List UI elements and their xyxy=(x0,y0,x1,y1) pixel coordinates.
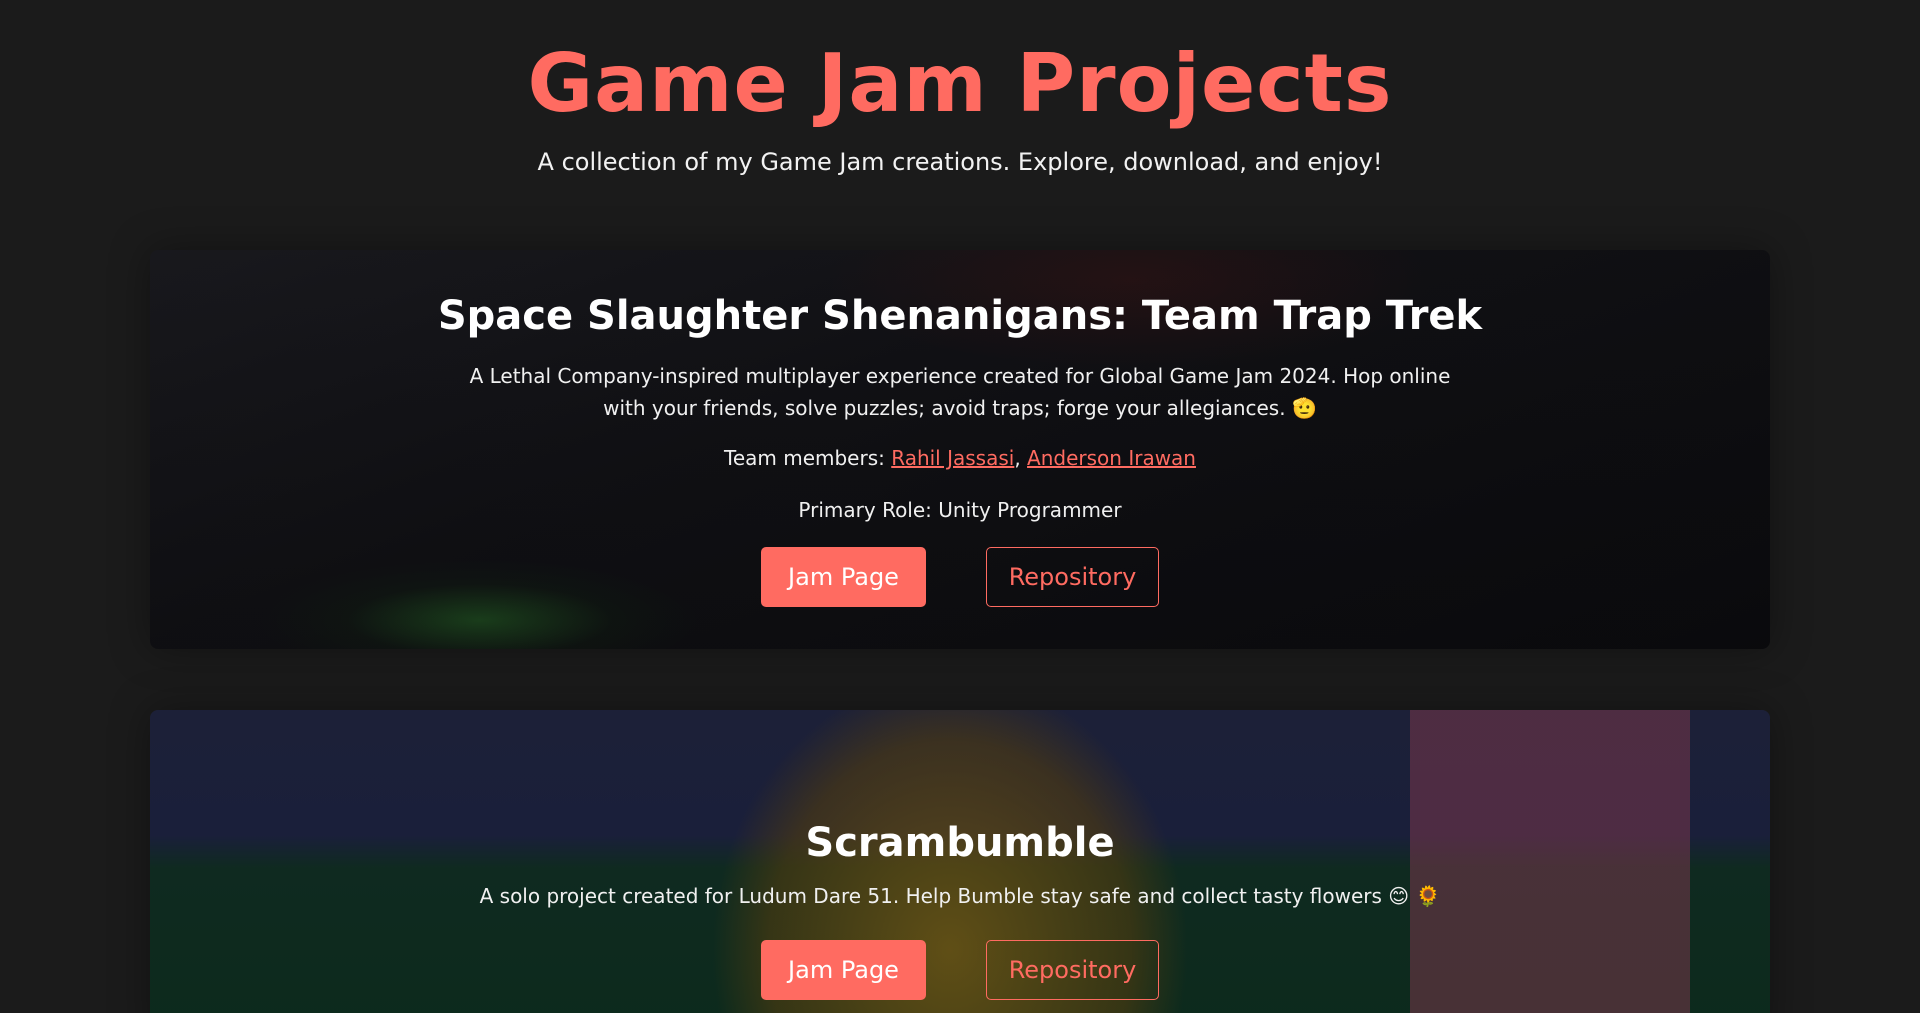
project-description: A solo project created for Ludum Dare 51… xyxy=(479,884,1441,908)
project-title: Space Slaughter Shenanigans: Team Trap T… xyxy=(437,293,1483,339)
page: Game Jam Projects A collection of my Gam… xyxy=(0,0,1920,1013)
team-member-link-anderson[interactable]: Anderson Irawan xyxy=(1027,446,1196,470)
project-description: A Lethal Company-inspired multiplayer ex… xyxy=(469,364,1451,420)
team-members: Team members: Rahil Jassasi, Anderson Ir… xyxy=(150,443,1770,473)
team-members-label: Team members: xyxy=(724,446,885,470)
repository-button[interactable]: Repository xyxy=(986,940,1159,1000)
project-actions: Jam Page Repository xyxy=(150,547,1770,607)
project-title: Scrambumble xyxy=(805,820,1115,866)
team-member-link-rahil[interactable]: Rahil Jassasi xyxy=(891,446,1014,470)
project-actions: Jam Page Repository xyxy=(150,940,1770,1000)
jam-page-button[interactable]: Jam Page xyxy=(761,547,926,607)
project-card-space-slaughter: Space Slaughter Shenanigans: Team Trap T… xyxy=(150,250,1770,649)
project-card-content: Space Slaughter Shenanigans: Team Trap T… xyxy=(150,250,1770,649)
repository-button[interactable]: Repository xyxy=(986,547,1159,607)
jam-page-button[interactable]: Jam Page xyxy=(761,940,926,1000)
project-card-content: Scrambumble A solo project created for L… xyxy=(150,710,1770,1013)
page-subtitle: A collection of my Game Jam creations. E… xyxy=(537,148,1383,176)
page-title: Game Jam Projects xyxy=(527,37,1393,130)
project-card-scrambumble: Scrambumble A solo project created for L… xyxy=(150,710,1770,1013)
primary-role: Primary Role: Unity Programmer xyxy=(798,498,1122,522)
team-members-separator: , xyxy=(1014,446,1021,470)
